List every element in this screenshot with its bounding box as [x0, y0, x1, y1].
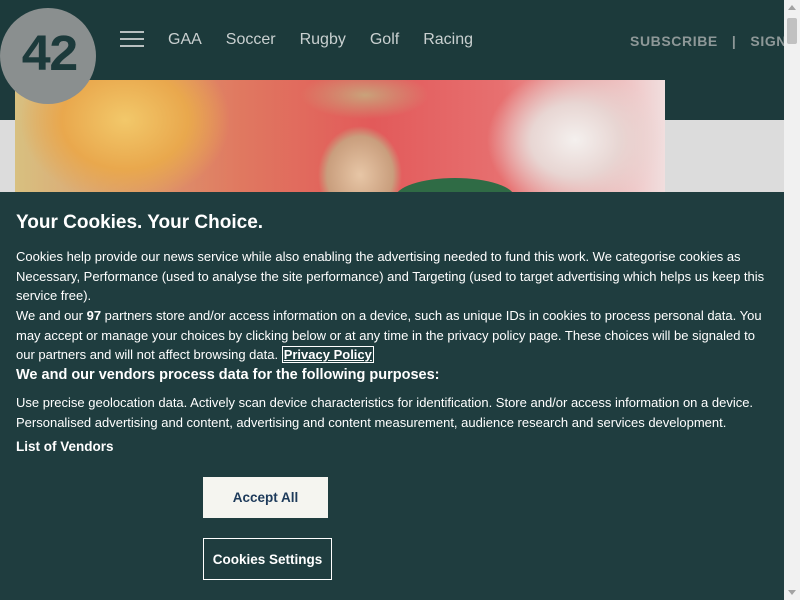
partners-count: 97 — [86, 308, 102, 323]
menu-line — [120, 31, 144, 33]
account-separator: | — [731, 33, 737, 49]
subscribe-link[interactable]: SUBSCRIBE — [630, 32, 718, 50]
scroll-up-icon[interactable] — [788, 5, 796, 10]
scrollbar-thumb[interactable] — [787, 18, 797, 44]
site-header: 42 GAA Soccer Rugby Golf Racing SUBSCRIB… — [0, 0, 787, 104]
cookie-partners-text: We and our 97 partners store and/or acce… — [16, 306, 772, 365]
hero-image[interactable] — [15, 80, 665, 192]
nav-gaa[interactable]: GAA — [168, 30, 202, 50]
cookie-description: Cookies help provide our news service wh… — [16, 249, 765, 303]
purposes-title: We and our vendors process data for the … — [16, 367, 440, 383]
cookies-settings-button[interactable]: Cookies Settings — [203, 538, 332, 580]
list-of-vendors-link[interactable]: List of Vendors — [16, 438, 114, 456]
partners-text-before: We and our — [16, 308, 87, 323]
partners-text-after: partners store and/or access information… — [16, 308, 762, 362]
scroll-down-icon[interactable] — [788, 590, 796, 595]
nav-racing[interactable]: Racing — [423, 30, 473, 50]
menu-line — [120, 45, 144, 47]
site-logo[interactable]: 42 — [0, 8, 96, 104]
purposes-text: Use precise geolocation data. Actively s… — [16, 395, 754, 430]
privacy-policy-link[interactable]: Privacy Policy — [281, 346, 374, 363]
page-scrollbar[interactable] — [784, 0, 800, 600]
cookie-banner: Your Cookies. Your Choice. Cookies help … — [0, 192, 784, 600]
nav-soccer[interactable]: Soccer — [226, 30, 276, 50]
nav-golf[interactable]: Golf — [370, 30, 399, 50]
hero-shirt-shape — [395, 178, 515, 192]
menu-line — [120, 38, 144, 40]
sign-in-link[interactable]: SIGN — [750, 32, 787, 50]
nav-rugby[interactable]: Rugby — [300, 30, 346, 50]
cookie-title: Your Cookies. Your Choice. — [16, 212, 264, 233]
hamburger-menu-icon[interactable] — [120, 31, 144, 47]
main-nav: GAA Soccer Rugby Golf Racing — [168, 30, 473, 50]
account-links: SUBSCRIBE | SIGN — [630, 32, 787, 50]
accept-all-button[interactable]: Accept All — [203, 477, 328, 518]
